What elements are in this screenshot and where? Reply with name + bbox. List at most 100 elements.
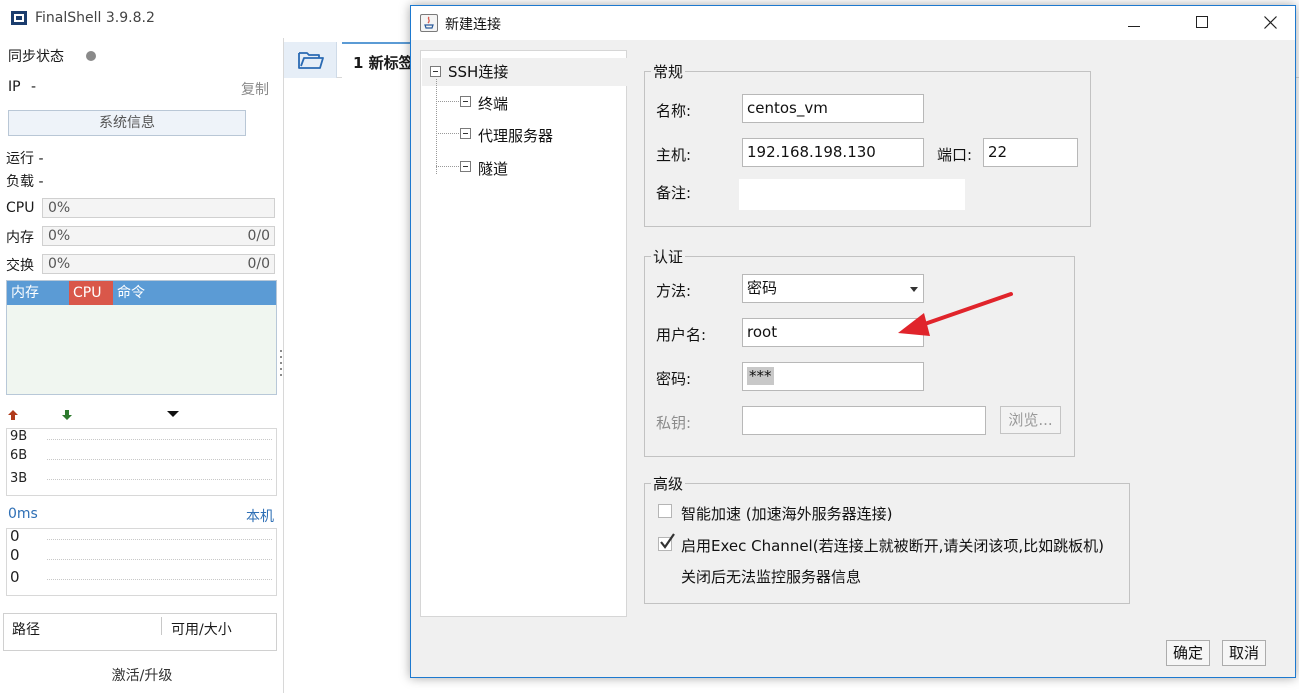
auth-legend: 认证 xyxy=(653,248,684,266)
note-input[interactable] xyxy=(739,179,965,210)
sync-status-indicator xyxy=(86,51,96,61)
open-folder-button[interactable] xyxy=(284,42,337,78)
password-label: 密码: xyxy=(656,370,692,388)
sync-status-label: 同步状态 xyxy=(8,49,64,65)
swap-meter: 0% 0/0 xyxy=(42,254,275,274)
new-connection-dialog: 新建连接 SSH连接 终端 代理服务器 隧道 常规 名称: centos_vm … xyxy=(410,5,1296,678)
ip-label: IP xyxy=(8,79,21,95)
method-label: 方法: xyxy=(656,282,692,300)
memory-meter: 0% 0/0 xyxy=(42,226,275,246)
cpu-meter: 0% xyxy=(42,198,275,218)
java-app-icon xyxy=(420,14,438,32)
network-chart: 9B 6B 3B xyxy=(6,428,277,496)
name-input[interactable]: centos_vm xyxy=(742,94,924,123)
memory-value: 0% xyxy=(48,228,71,244)
tab-new-session[interactable]: 1 新标签页 xyxy=(342,42,414,78)
tree-item-ssh[interactable]: SSH连接 xyxy=(448,61,508,82)
smart-accel-checkbox[interactable] xyxy=(658,504,672,518)
smart-accel-label: 智能加速 (加速海外服务器连接) xyxy=(681,505,893,523)
net-axis-label: 9B xyxy=(10,429,28,444)
process-tab-bar: 内存 CPU 命令 xyxy=(7,281,276,305)
tab-command[interactable]: 命令 xyxy=(113,281,149,305)
disk-table: 路径 可用/大小 xyxy=(3,613,277,651)
exec-channel-label: 启用Exec Channel(若连接上就被断开,请关闭该项,比如跳板机) xyxy=(681,537,1104,555)
process-panel: 内存 CPU 命令 xyxy=(6,280,277,395)
disk-path-header[interactable]: 路径 xyxy=(12,619,40,639)
system-info-button[interactable]: 系统信息 xyxy=(8,110,246,136)
auth-method-value: 密码 xyxy=(747,279,778,297)
private-key-label: 私钥: xyxy=(656,414,692,432)
collapse-icon[interactable] xyxy=(460,128,471,139)
host-label: 主机: xyxy=(656,146,692,164)
tree-connector xyxy=(436,133,459,134)
maximize-icon xyxy=(1196,16,1208,28)
disk-size-header[interactable]: 可用/大小 xyxy=(171,619,232,639)
maximize-button[interactable] xyxy=(1179,6,1225,40)
grid-line xyxy=(47,559,272,560)
sidebar-splitter[interactable] xyxy=(279,348,283,382)
host-input[interactable]: 192.168.198.130 xyxy=(742,138,924,167)
private-key-input[interactable] xyxy=(742,406,986,435)
general-legend: 常规 xyxy=(653,63,684,81)
ip-value: - xyxy=(31,79,37,95)
swap-label: 交换 xyxy=(6,258,34,274)
checkmark-icon xyxy=(660,533,675,549)
tree-item-tunnel[interactable]: 隧道 xyxy=(478,158,508,179)
ping-axis-label: 0 xyxy=(10,568,20,586)
cpu-value: 0% xyxy=(48,200,71,216)
swap-value: 0% xyxy=(48,256,71,272)
tab-cpu[interactable]: CPU xyxy=(69,281,113,305)
tree-item-proxy[interactable]: 代理服务器 xyxy=(478,125,553,146)
collapse-icon[interactable] xyxy=(430,66,441,77)
finalshell-logo-icon xyxy=(11,11,27,25)
interface-dropdown-icon[interactable] xyxy=(166,410,180,418)
memory-total: 0/0 xyxy=(247,228,270,244)
grid-line xyxy=(47,479,272,480)
password-mask: *** xyxy=(747,367,774,385)
dialog-title-bar[interactable]: 新建连接 xyxy=(411,6,1295,40)
port-label: 端口: xyxy=(937,146,973,164)
advanced-legend: 高级 xyxy=(653,475,684,493)
net-axis-label: 3B xyxy=(10,471,28,486)
exec-channel-note: 关闭后无法监控服务器信息 xyxy=(681,568,862,586)
grid-line xyxy=(47,579,272,580)
port-input[interactable]: 22 xyxy=(983,138,1078,167)
swap-total: 0/0 xyxy=(247,256,270,272)
net-axis-label: 6B xyxy=(10,448,28,463)
cancel-button[interactable]: 取消 xyxy=(1222,640,1266,666)
load-label: 负载 - xyxy=(6,174,44,190)
download-arrow-icon xyxy=(62,410,72,420)
ping-latency: 0ms xyxy=(8,506,38,522)
folder-icon xyxy=(298,52,324,69)
ok-button[interactable]: 确定 xyxy=(1166,640,1210,666)
copy-ip-button[interactable]: 复制 xyxy=(241,79,269,99)
collapse-icon[interactable] xyxy=(460,161,471,172)
upload-arrow-icon xyxy=(8,410,18,420)
cpu-label: CPU xyxy=(6,200,35,216)
app-title: FinalShell 3.9.8.2 xyxy=(35,10,155,26)
column-divider xyxy=(161,617,162,635)
tree-connector xyxy=(436,101,459,102)
tab-memory[interactable]: 内存 xyxy=(7,281,43,305)
ping-target-link[interactable]: 本机 xyxy=(246,506,274,526)
grid-line xyxy=(47,459,272,460)
note-label: 备注: xyxy=(656,184,692,202)
ping-chart: 0 0 0 xyxy=(6,527,277,596)
activate-upgrade-link[interactable]: 激活/升级 xyxy=(0,665,284,685)
minimize-button[interactable] xyxy=(1111,6,1157,40)
exec-channel-checkbox[interactable] xyxy=(658,533,675,551)
grid-line xyxy=(47,439,272,440)
dialog-title: 新建连接 xyxy=(445,17,501,33)
annotation-arrow-icon xyxy=(898,292,1013,336)
password-input[interactable]: *** xyxy=(742,362,924,391)
uptime-label: 运行 - xyxy=(6,151,44,167)
tree-item-terminal[interactable]: 终端 xyxy=(478,93,508,114)
minimize-icon xyxy=(1128,26,1140,27)
ping-axis-label: 0 xyxy=(10,527,20,545)
tree-connector xyxy=(436,79,437,174)
collapse-icon[interactable] xyxy=(460,96,471,107)
close-icon xyxy=(1263,16,1277,29)
memory-label: 内存 xyxy=(6,230,34,246)
close-button[interactable] xyxy=(1247,6,1293,40)
browse-button[interactable]: 浏览... xyxy=(1000,406,1061,434)
